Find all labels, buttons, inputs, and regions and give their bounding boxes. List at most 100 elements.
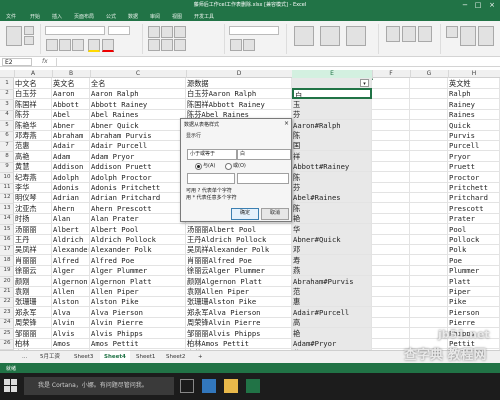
cell-e[interactable]: 国: [292, 140, 372, 152]
cell-h[interactable]: Pryor: [448, 150, 500, 162]
cell-a[interactable]: 范惠: [14, 140, 52, 152]
cell-a[interactable]: 黄慧: [14, 161, 52, 173]
cell-h[interactable]: Proctor: [448, 171, 500, 183]
cell-g[interactable]: [410, 78, 448, 89]
cell-c[interactable]: Ahern Prescott: [90, 202, 186, 214]
cell-b[interactable]: Abraham: [52, 130, 90, 141]
cell-h[interactable]: Poe: [448, 254, 500, 266]
column-header-b[interactable]: B: [52, 70, 91, 78]
cell-f[interactable]: [372, 171, 410, 183]
cell-a[interactable]: 王丹: [14, 234, 52, 245]
cell-c[interactable]: Alfred Poe: [90, 254, 186, 266]
cell-b[interactable]: Ahern: [52, 202, 90, 214]
cell-c[interactable]: Algernon Platt: [90, 275, 186, 287]
cell-a[interactable]: 陈国祥: [14, 98, 52, 110]
insert-cells-icon[interactable]: [386, 26, 400, 42]
cell-c[interactable]: Allen Piper: [90, 286, 186, 297]
cell-e[interactable]: 陈: [292, 130, 372, 141]
cell-g[interactable]: [410, 286, 448, 297]
cell-b[interactable]: Alger: [52, 265, 90, 277]
cell-g[interactable]: [410, 317, 448, 329]
cell-a[interactable]: 白玉芬: [14, 88, 52, 100]
cell-b[interactable]: Addison: [52, 161, 90, 173]
cell-a[interactable]: 中文名: [14, 78, 52, 89]
cell-e[interactable]: 范: [292, 286, 372, 297]
cell-c[interactable]: Adam Pryor: [90, 150, 186, 162]
cell-c[interactable]: Alger Plummer: [90, 265, 186, 277]
cell-a[interactable]: 周荣锋: [14, 317, 52, 329]
cell-d[interactable]: 徐丽云Alger Plummer: [186, 265, 292, 277]
cell-c[interactable]: 全名: [90, 78, 186, 89]
cell-b[interactable]: Adrian: [52, 192, 90, 204]
cell-e[interactable]: 惠: [292, 296, 372, 308]
percent-icon[interactable]: [230, 39, 242, 51]
tab-review[interactable]: 审阅: [150, 13, 160, 20]
minimize-button[interactable]: −: [460, 1, 470, 10]
bold-icon[interactable]: [46, 39, 58, 51]
cell-f[interactable]: [372, 254, 410, 266]
cell-c[interactable]: Alvis Phipps: [90, 327, 186, 339]
column-header-g[interactable]: G: [410, 70, 449, 78]
cell-b[interactable]: 英文名: [52, 78, 90, 89]
tab-home[interactable]: 开始: [30, 13, 40, 20]
cell-g[interactable]: [410, 130, 448, 141]
cell-g[interactable]: [410, 109, 448, 121]
cell-e[interactable]: Adair#Purcell: [292, 306, 372, 318]
cell-e[interactable]: 祥: [292, 150, 372, 162]
wrap-text-icon[interactable]: [174, 26, 186, 38]
tab-file[interactable]: 文件: [6, 13, 16, 20]
cell-f[interactable]: [372, 130, 410, 141]
cell-h[interactable]: Pike: [448, 296, 500, 308]
column-header-c[interactable]: C: [90, 70, 187, 78]
cell-d[interactable]: 周荣锋Alvin Pierre: [186, 317, 292, 329]
cell-b[interactable]: Alan: [52, 213, 90, 225]
copy-icon[interactable]: [24, 36, 34, 45]
cell-h[interactable]: Prater: [448, 213, 500, 225]
cell-e[interactable]: Abraham#Purvis: [292, 275, 372, 287]
cell-d[interactable]: 柏林Amos Pettit: [186, 338, 292, 349]
cell-a[interactable]: 袁刚: [14, 286, 52, 297]
cell-g[interactable]: [410, 244, 448, 256]
cell-a[interactable]: 肖丽丽: [14, 254, 52, 266]
cell-b[interactable]: Adolph: [52, 171, 90, 183]
cell-h[interactable]: Plummer: [448, 265, 500, 277]
cell-g[interactable]: [410, 119, 448, 131]
cell-e[interactable]: 寿: [292, 254, 372, 266]
cell-a[interactable]: 时扬: [14, 213, 52, 225]
cell-f[interactable]: [372, 265, 410, 277]
cell-b[interactable]: Abbott: [52, 98, 90, 110]
cell-h[interactable]: Rainey: [448, 98, 500, 110]
cell-f[interactable]: [372, 202, 410, 214]
cell-g[interactable]: [410, 275, 448, 287]
cell-h[interactable]: Pierre: [448, 317, 500, 329]
cell-h[interactable]: Piper: [448, 286, 500, 297]
cell-h[interactable]: Quick: [448, 119, 500, 131]
windows-start-icon[interactable]: [4, 379, 18, 393]
cell-e[interactable]: 白: [292, 88, 372, 100]
maximize-button[interactable]: □: [473, 1, 483, 10]
cell-e[interactable]: Abel#Raines: [292, 192, 372, 204]
cell-b[interactable]: Adonis: [52, 182, 90, 193]
cell-a[interactable]: 沈亚杰: [14, 202, 52, 214]
align-middle-icon[interactable]: [161, 26, 173, 38]
cell-f[interactable]: [372, 161, 410, 173]
cell-e[interactable]: 艳: [292, 213, 372, 225]
cell-f[interactable]: [372, 234, 410, 245]
column-header-d[interactable]: D: [186, 70, 293, 78]
cell-f[interactable]: [372, 286, 410, 297]
cell-e[interactable]: 陈: [292, 171, 372, 183]
sheet-tab-more[interactable]: ...: [18, 351, 31, 363]
close-button[interactable]: ×: [487, 1, 497, 10]
cell-d[interactable]: 吴凤祥Alexander Polk: [186, 244, 292, 256]
cell-e[interactable]: Abbott#Rainey: [292, 161, 372, 173]
cell-f[interactable]: [372, 119, 410, 131]
cancel-button[interactable]: 取消: [261, 208, 289, 220]
cell-b[interactable]: Alfred: [52, 254, 90, 266]
select-all-corner[interactable]: [0, 70, 15, 78]
cell-g[interactable]: [410, 254, 448, 266]
excel-taskbar-icon[interactable]: [246, 379, 260, 393]
merge-icon[interactable]: [174, 39, 186, 51]
name-box[interactable]: E2: [2, 58, 32, 66]
cell-d[interactable]: 肖丽丽Alfred Poe: [186, 254, 292, 266]
cell-c[interactable]: Alan Prater: [90, 213, 186, 225]
